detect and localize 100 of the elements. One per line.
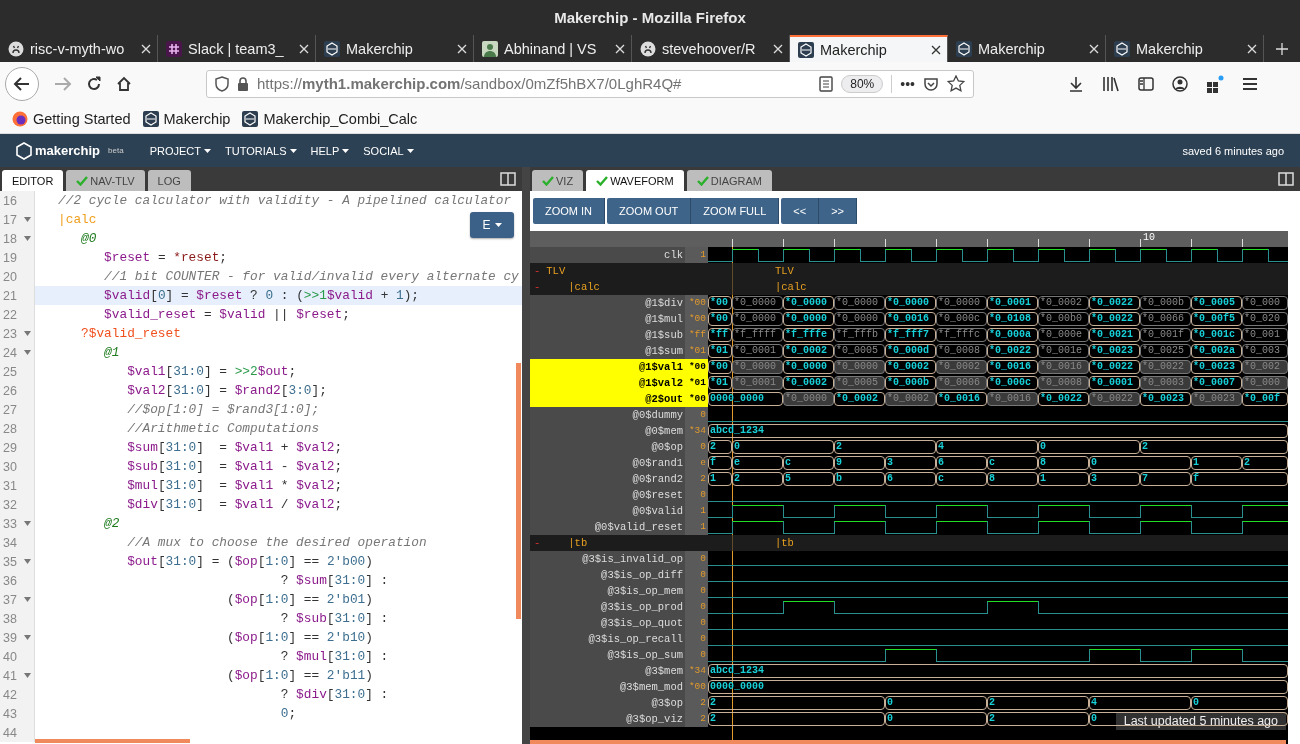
editor-line[interactable]: 37 ($op[1:0] == 2'b01)	[0, 590, 522, 609]
editor-line[interactable]: 25 $val1[31:0] = >>2$out;	[0, 362, 522, 381]
browser-tab[interactable]: Makerchip	[790, 35, 948, 62]
scope-label[interactable]: TLV	[546, 263, 566, 279]
editor-line[interactable]: 27 //$op[1:0] = $rand3[1:0];	[0, 400, 522, 419]
toolbar-button[interactable]: ZOOM OUT	[607, 198, 692, 224]
signal-name[interactable]: @3$is_op_quot	[530, 615, 685, 631]
page-actions-button[interactable]: •••	[900, 75, 915, 92]
editor-line[interactable]: 34 //A mux to choose the desired operation	[0, 533, 522, 552]
signal-name[interactable]: @3$is_op_mem	[530, 583, 685, 599]
signal-name[interactable]: @3$mem	[530, 663, 685, 679]
editor-line[interactable]: 30 $sub[31:0] = $val1 - $val2;	[0, 457, 522, 476]
editor-line[interactable]: 36 ? $sum[31:0] :	[0, 571, 522, 590]
panel-tab[interactable]: EDITOR	[2, 170, 64, 191]
editor-line[interactable]: 41 ($op[1:0] == 2'b11)	[0, 666, 522, 685]
split-view-icon[interactable]	[1278, 172, 1294, 186]
zoom-badge[interactable]: 80%	[841, 74, 884, 93]
signal-name[interactable]: @0$valid_reset	[530, 519, 685, 535]
collapse-toggle[interactable]: -	[534, 535, 541, 551]
signal-name[interactable]: @3$op_viz	[530, 711, 685, 727]
toolbar-button[interactable]: >>	[819, 198, 857, 224]
editor-line[interactable]: 33 @2	[0, 514, 522, 533]
editor-line[interactable]: 39 ($op[1:0] == 2'b10)	[0, 628, 522, 647]
signal-name[interactable]: @1$div	[530, 295, 685, 311]
editor-line[interactable]: 31 $mul[31:0] = $val1 * $val2;	[0, 476, 522, 495]
mode-dropdown[interactable]: E	[470, 212, 514, 238]
fold-icon[interactable]	[24, 217, 31, 222]
reload-icon[interactable]	[86, 75, 102, 92]
signal-name[interactable]: @0$dummy	[530, 407, 685, 423]
fold-icon[interactable]	[24, 559, 31, 564]
scope-label[interactable]: |calc	[568, 279, 600, 295]
signal-name[interactable]: @1$val1	[530, 359, 685, 375]
editor-line[interactable]: 40 ? $mul[31:0] :	[0, 647, 522, 666]
menu-item[interactable]: HELP	[310, 144, 350, 157]
signal-name[interactable]: @1$sub	[530, 327, 685, 343]
signal-name[interactable]: @3$mem_mod	[530, 679, 685, 695]
library-icon[interactable]	[1102, 75, 1120, 92]
signal-name[interactable]: @3$is_op_recall	[530, 631, 685, 647]
close-icon[interactable]	[931, 44, 941, 55]
fold-icon[interactable]	[24, 521, 31, 526]
editor-line[interactable]: 42 ? $div[31:0] :	[0, 685, 522, 704]
signal-name[interactable]: @0$mem	[530, 423, 685, 439]
signal-name[interactable]: @1$mul	[530, 311, 685, 327]
toolbar-button[interactable]: <<	[781, 198, 820, 224]
panel-tab[interactable]: DIAGRAM	[686, 170, 773, 191]
fold-icon[interactable]	[24, 236, 31, 241]
toolbar-button[interactable]: ZOOM FULL	[691, 198, 780, 224]
bookmark[interactable]: Makerchip	[142, 111, 231, 127]
signal-name[interactable]: clk	[530, 247, 685, 263]
sidebar-icon[interactable]	[1138, 75, 1154, 92]
scope-label[interactable]: |tb	[568, 535, 588, 551]
address-bar[interactable]: https://myth1.makerchip.com/sandbox/0mZf5hBX7/0LghR4Q# 80% •••	[206, 69, 974, 98]
signal-name[interactable]: @0$rand1	[530, 455, 685, 471]
editor-line[interactable]: 28 //Arithmetic Computations	[0, 419, 522, 438]
fold-icon[interactable]	[24, 331, 31, 336]
account-icon[interactable]	[1172, 75, 1188, 92]
signal-name[interactable]: @3$is_op_sum	[530, 647, 685, 663]
collapse-toggle[interactable]: -	[534, 263, 541, 279]
signal-name[interactable]: @3$is_invalid_op	[530, 551, 685, 567]
split-view-icon[interactable]	[500, 172, 516, 186]
back-icon[interactable]	[4, 65, 40, 102]
bookmark[interactable]: Makerchip_Combi_Calc	[242, 111, 418, 127]
editor-line[interactable]: 38 ? $sub[31:0] :	[0, 609, 522, 628]
menu-icon[interactable]	[1242, 76, 1258, 91]
new-tab-icon[interactable]	[1276, 41, 1288, 56]
signal-name[interactable]: @3$is_op_diff	[530, 567, 685, 583]
star-icon[interactable]	[947, 74, 965, 93]
editor-line[interactable]: 22 $valid_reset = $valid || $reset;	[0, 305, 522, 324]
home-icon[interactable]	[116, 75, 132, 92]
panel-tab[interactable]: NAV-TLV	[66, 170, 145, 191]
panel-tab[interactable]: LOG	[147, 170, 191, 191]
editor-line[interactable]: 16 //2 cycle calculator with validity - A pipelined calculator	[0, 191, 522, 210]
reader-icon[interactable]	[819, 75, 834, 92]
editor-line[interactable]: 20 //1 bit COUNTER - for valid/invalid every alternate cy	[0, 267, 522, 286]
editor-line[interactable]: 19 $reset = *reset;	[0, 248, 522, 267]
signal-name[interactable]: @0$reset	[530, 487, 685, 503]
app-logo[interactable]: makerchip	[35, 143, 101, 158]
signal-name[interactable]: @3$is_op_prod	[530, 599, 685, 615]
editor-line[interactable]: 26 $val2[31:0] = $rand2[3:0];	[0, 381, 522, 400]
extensions-icon[interactable]	[1206, 74, 1224, 93]
signal-name[interactable]: @0$valid	[530, 503, 685, 519]
fold-icon[interactable]	[24, 350, 31, 355]
bookmark[interactable]: Getting Started	[12, 111, 131, 127]
panel-tab[interactable]: WAVEFORM	[586, 170, 684, 191]
signal-name[interactable]: @1$sum	[530, 343, 685, 359]
signal-name[interactable]: @0$op	[530, 439, 685, 455]
fold-icon[interactable]	[24, 635, 31, 640]
download-icon[interactable]	[1068, 75, 1084, 92]
signal-name[interactable]: @2$out	[530, 391, 685, 407]
pocket-icon[interactable]	[923, 75, 939, 92]
toolbar-button[interactable]: ZOOM IN	[533, 198, 606, 224]
time-ruler[interactable]: 10	[530, 231, 1288, 247]
editor-line[interactable]: 29 $sum[31:0] = $val1 + $val2;	[0, 438, 522, 457]
editor-line[interactable]: 23 ?$valid_reset	[0, 324, 522, 343]
signal-name[interactable]: @3$op	[530, 695, 685, 711]
signal-name[interactable]: @0$rand2	[530, 471, 685, 487]
menu-item[interactable]: SOCIAL	[363, 144, 414, 157]
editor-line[interactable]: 24 @1	[0, 343, 522, 362]
panel-tab[interactable]: VIZ	[532, 170, 584, 191]
menu-item[interactable]: PROJECT	[149, 144, 211, 157]
